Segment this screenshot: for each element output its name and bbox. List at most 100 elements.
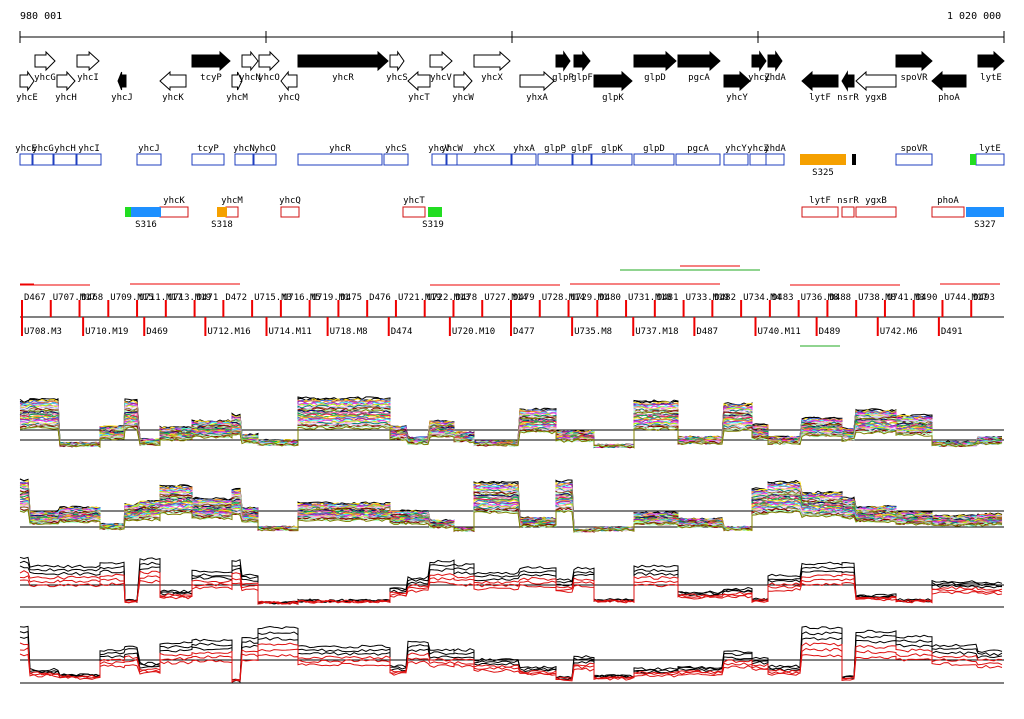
gene-arrow-yhcZ bbox=[751, 50, 767, 72]
upper-box-label-yhcR: yhcR bbox=[329, 144, 351, 154]
upper-box-yhcR bbox=[297, 153, 383, 166]
gene-label-yhdA: yhdA bbox=[764, 73, 786, 83]
upper-box-yhcH bbox=[53, 153, 77, 166]
lower-box-label-lytF: lytF bbox=[809, 196, 831, 206]
marker-label-d479: D479 bbox=[513, 293, 535, 303]
upper-box-spoVR bbox=[895, 153, 933, 166]
marker-label-d480: D480 bbox=[599, 293, 621, 303]
lower-box-yhcQ bbox=[280, 206, 300, 218]
marker-label-u712.m16: U712.M16 bbox=[207, 327, 250, 337]
gene-label-nsrR: nsrR bbox=[837, 93, 859, 103]
marker-label-d488: D488 bbox=[829, 293, 851, 303]
gene-arrow-yhcO bbox=[258, 50, 280, 72]
upper-box-yhcY bbox=[723, 153, 749, 166]
upper-box-label-yhcW: yhcW bbox=[441, 144, 463, 154]
lower-box-label-yhcK: yhcK bbox=[163, 196, 185, 206]
segment-label-s327: S327 bbox=[974, 220, 996, 230]
gene-arrow-glpF bbox=[573, 50, 591, 72]
gene-track: yhcEyhcGyhcHyhcIyhcJ yhcKtcyPyhcMyhcNyhcO… bbox=[16, 50, 1005, 103]
gene-label-ygxB: ygxB bbox=[865, 93, 887, 103]
gene-label-yhcW: yhcW bbox=[452, 93, 474, 103]
gene-label-pgcA: pgcA bbox=[688, 73, 710, 83]
lower-box-nsrR bbox=[841, 206, 855, 218]
gene-arrow-spoVR bbox=[895, 50, 933, 72]
gene-arrow-yhcQ bbox=[280, 70, 298, 92]
gene-label-yhcR: yhcR bbox=[332, 73, 354, 83]
lower-box-label-yhcM: yhcM bbox=[221, 196, 243, 206]
genome-track-canvas: yhcEyhcGyhcHyhcIyhcJ yhcKtcyPyhcMyhcNyhcO… bbox=[15, 31, 1005, 684]
gene-label-lytF: lytF bbox=[809, 93, 831, 103]
marker-label-d491: D491 bbox=[941, 327, 963, 337]
gene-label-yhcO: yhcO bbox=[258, 73, 280, 83]
upper-box-yhcG bbox=[32, 153, 54, 166]
segment-label-s316: S316 bbox=[135, 220, 157, 230]
upper-box-label-yhcJ: yhcJ bbox=[138, 144, 160, 154]
gene-arrow-yhcH bbox=[56, 70, 76, 92]
upper-box-label-glpP: glpP bbox=[544, 144, 566, 154]
marker-label-d493: D493 bbox=[973, 293, 995, 303]
upper-box-yhcO bbox=[253, 153, 277, 166]
marker-label-u740.m11: U740.M11 bbox=[758, 327, 801, 337]
gene-arrow-yhcI bbox=[76, 50, 100, 72]
upper-box-yhxA bbox=[511, 153, 537, 166]
segment-label-s318: S318 bbox=[211, 220, 233, 230]
gene-arrow-yhcG bbox=[34, 50, 56, 72]
gene-arrow-yhcT bbox=[407, 70, 431, 92]
marker-label-d483: D483 bbox=[772, 293, 794, 303]
gene-arrow-yhcW bbox=[453, 70, 473, 92]
feature-box-track-lower: yhcK yhcM yhcQ yhcT lytF nsrR ygxB phoA S316 S318… bbox=[125, 196, 1004, 230]
gene-label-yhcI: yhcI bbox=[77, 73, 99, 83]
upper-box-tcyP bbox=[191, 153, 225, 166]
gene-label-yhcT: yhcT bbox=[408, 93, 430, 103]
segment-s319 bbox=[428, 207, 442, 217]
upper-box-label-glpF: glpF bbox=[571, 144, 593, 154]
marker-label-u710.m19: U710.M19 bbox=[85, 327, 128, 337]
marker-label-u708.m3: U708.M3 bbox=[24, 327, 62, 337]
upper-box-glpD bbox=[633, 153, 675, 166]
lower-box-yhcT bbox=[402, 206, 426, 218]
marker-label-d489: D489 bbox=[819, 327, 841, 337]
lower-box-ygxB bbox=[855, 206, 897, 218]
upper-box-label-yhcS: yhcS bbox=[385, 144, 407, 154]
lower-box-phoA bbox=[931, 206, 965, 218]
upper-box-label-yhxA: yhxA bbox=[513, 144, 535, 154]
gene-arrow-pgcA bbox=[677, 50, 721, 72]
marker-label-d467: D467 bbox=[24, 293, 46, 303]
marker-label-d472: D472 bbox=[225, 293, 247, 303]
marker-label-d482: D482 bbox=[714, 293, 736, 303]
gene-arrow-yhcN bbox=[241, 50, 259, 72]
gene-arrow-yhcS bbox=[389, 50, 405, 72]
gene-arrow-lytE bbox=[977, 50, 1005, 72]
upper-box-yhdA bbox=[765, 153, 785, 166]
marker-label-d478: D478 bbox=[455, 293, 477, 303]
upper-box-label-yhcY: yhcY bbox=[725, 144, 747, 154]
marker-label-u735.m8: U735.M8 bbox=[574, 327, 612, 337]
upper-box-label-yhcG: yhcG bbox=[32, 144, 54, 154]
gene-label-yhcQ: yhcQ bbox=[278, 93, 300, 103]
upper-box-label-lytE: lytE bbox=[979, 144, 1001, 154]
lower-box-label-phoA: phoA bbox=[937, 196, 959, 206]
lower-box-label-nsrR: nsrR bbox=[837, 196, 859, 206]
gene-arrow-glpK bbox=[593, 70, 633, 92]
segment-green-mark bbox=[970, 154, 976, 165]
upper-box-label-pgcA: pgcA bbox=[687, 144, 709, 154]
profile-panel-expression-4 bbox=[19, 625, 1004, 684]
gene-label-lytE: lytE bbox=[980, 73, 1002, 83]
segment-label-s325: S325 bbox=[812, 168, 834, 178]
gene-label-yhcX: yhcX bbox=[481, 73, 503, 83]
marker-label-d475: D475 bbox=[340, 293, 362, 303]
marker-label-u737.m18: U737.M18 bbox=[635, 327, 678, 337]
lower-box-yhcM bbox=[225, 206, 239, 218]
ruler-end-label: 1 020 000 bbox=[947, 11, 1002, 22]
gene-arrow-yhcR bbox=[297, 50, 389, 72]
gene-label-spoVR: spoVR bbox=[900, 73, 928, 83]
gene-label-yhcM: yhcM bbox=[226, 93, 248, 103]
marker-label-d487: D487 bbox=[696, 327, 718, 337]
upper-box-label-spoVR: spoVR bbox=[900, 144, 928, 154]
segment-s327 bbox=[966, 207, 1004, 217]
upper-box-yhcS bbox=[383, 153, 409, 166]
upper-box-yhcJ bbox=[136, 153, 162, 166]
marker-label-d468: D468 bbox=[82, 293, 104, 303]
gene-label-yhxA: yhxA bbox=[526, 93, 548, 103]
lower-box-label-yhcT: yhcT bbox=[403, 196, 425, 206]
